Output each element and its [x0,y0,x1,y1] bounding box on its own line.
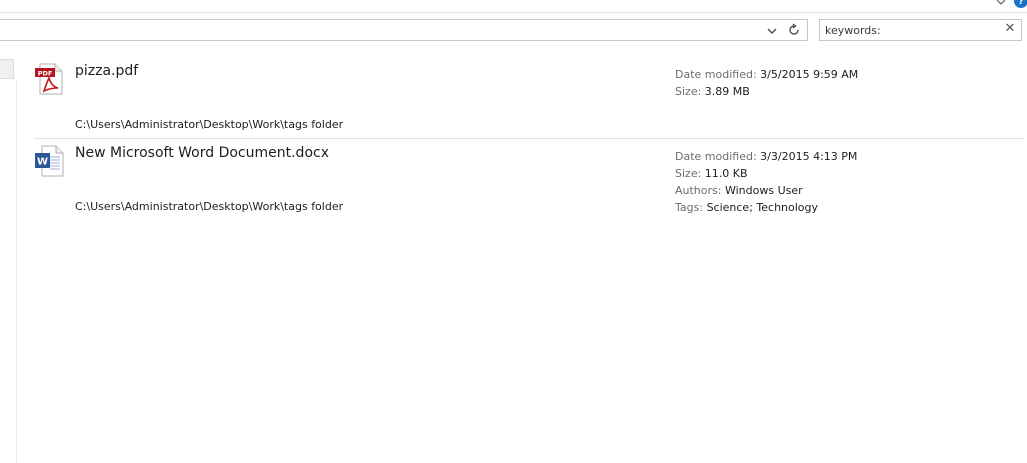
meta-value: 3/3/2015 4:13 PM [760,150,858,163]
address-bar[interactable] [0,19,808,41]
meta-value: Windows User [724,184,803,197]
meta-label: Date modified: [675,150,757,163]
svg-text:PDF: PDF [38,69,53,77]
chevron-down-icon[interactable] [765,24,779,38]
file-path: C:\Users\Administrator\Desktop\Work\tags… [75,118,344,131]
search-input[interactable] [825,22,995,38]
meta-value: 11.0 KB [704,167,748,180]
meta-label: Size: [675,167,702,180]
size-row: Size: 11.0 KB [675,165,857,182]
meta-value: 3.89 MB [704,85,750,98]
meta-value: 3/5/2015 9:59 AM [760,68,859,81]
refresh-icon[interactable] [787,23,801,37]
meta-label: Date modified: [675,68,757,81]
tags-row: Tags: Science; Technology [675,199,857,216]
date-modified-row: Date modified: 3/5/2015 9:59 AM [675,66,858,83]
svg-text:W: W [37,157,48,168]
word-file-icon: W [35,145,64,177]
navigation-pane-edge[interactable] [0,59,14,79]
file-metadata: Date modified: 3/5/2015 9:59 AM Size: 3.… [675,66,858,100]
meta-label: Tags: [675,201,704,214]
file-name[interactable]: pizza.pdf [75,63,138,79]
search-result-item[interactable]: PDF pizza.pdf Date modified: 3/5/2015 9:… [34,58,1025,139]
size-row: Size: 3.89 MB [675,83,858,100]
date-modified-row: Date modified: 3/3/2015 4:13 PM [675,148,857,165]
navigation-pane-divider [16,80,17,463]
meta-label: Authors: [675,184,722,197]
ribbon-strip: ? [0,0,1027,13]
file-metadata: Date modified: 3/3/2015 4:13 PM Size: 11… [675,148,857,216]
file-name[interactable]: New Microsoft Word Document.docx [75,145,329,161]
authors-row: Authors: Windows User [675,182,857,199]
close-icon[interactable]: ✕ [1003,22,1017,36]
file-path: C:\Users\Administrator\Desktop\Work\tags… [75,200,344,213]
ribbon-expand-chevron-icon[interactable] [995,0,1007,8]
search-result-item[interactable]: W New Microsoft Word Document.docx Date … [34,140,1025,220]
pdf-file-icon: PDF [35,63,63,95]
search-box[interactable]: ✕ [819,19,1022,41]
help-icon[interactable]: ? [1014,0,1027,8]
meta-value: Science; Technology [706,201,819,214]
meta-label: Size: [675,85,702,98]
